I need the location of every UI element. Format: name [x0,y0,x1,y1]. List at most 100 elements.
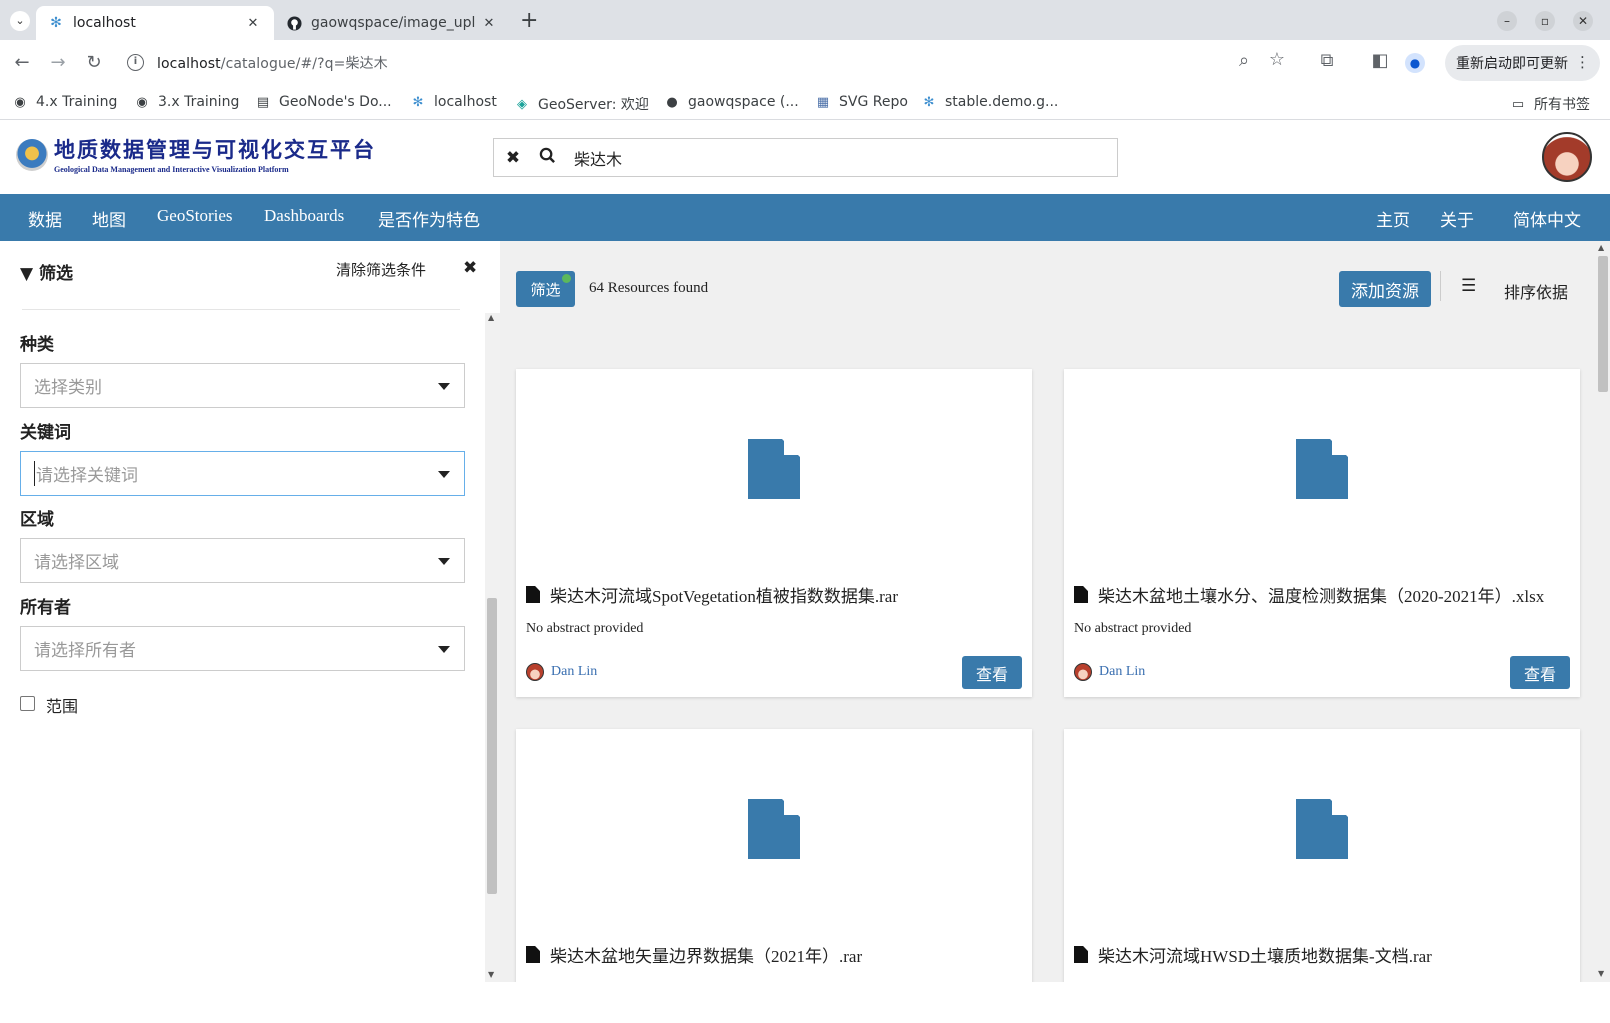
extent-checkbox[interactable] [20,696,35,711]
restore-icon[interactable]: ▫ [1535,11,1555,31]
caret-down-icon [438,383,450,390]
minimize-icon[interactable]: – [1497,11,1517,31]
nav-dashboards[interactable]: Dashboards [264,206,344,226]
browser-tab-strip: ⌄ ✻ localhost ✕ gaowqspace/image_upl ✕ +… [0,0,1610,40]
tab-title: gaowqspace/image_upl [311,15,476,31]
all-bookmarks[interactable]: ▭ 所有书签 [1510,94,1590,114]
close-tab-icon[interactable]: ✕ [244,16,262,31]
forward-icon[interactable]: → [47,53,69,73]
sort-by-dropdown[interactable]: 排序依据 [1504,279,1568,303]
reload-icon[interactable]: ↻ [83,53,105,73]
scrollbar-thumb[interactable] [1598,256,1608,392]
view-button[interactable]: 查看 [962,656,1022,689]
clear-search-icon[interactable]: ✖ [494,148,532,168]
bookmark-item[interactable]: ▤ GeoNode's Do... [255,94,392,110]
nav-language[interactable]: 简体中文 [1513,206,1581,231]
filter-toggle-button[interactable]: 筛选 [516,271,575,307]
card-title[interactable]: 柴达木河流域SpotVegetation植被指数数据集.rar [526,582,898,607]
bookmark-item[interactable]: ✻ localhost [410,94,497,110]
card-owner[interactable]: Dan Lin [1074,663,1145,681]
view-button[interactable]: 查看 [1510,656,1570,689]
bookmark-item[interactable]: ✻ stable.demo.g... [921,94,1059,110]
sidebar-scrollbar[interactable]: ▲ ▼ [485,313,500,982]
keywords-select[interactable]: 请选择关键词 [20,451,465,496]
document-icon [1296,439,1348,499]
results-panel: 筛选 64 Resources found 添加资源 ☰ 排序依据 柴达木河流域… [500,241,1610,982]
main-scrollbar[interactable]: ▲ ▼ [1595,241,1610,982]
logo-title[interactable]: 地质数据管理与可视化交互平台 [54,134,376,164]
nav-geostories[interactable]: GeoStories [157,206,233,226]
filter-title: ▼ 筛选 [20,264,73,284]
category-label: 种类 [20,335,54,355]
kebab-menu-icon[interactable]: ⋮ [1575,53,1590,71]
category-select[interactable]: 选择类别 [20,363,465,408]
scroll-up-icon[interactable]: ▲ [488,313,494,322]
bookmark-item[interactable]: ● gaowqspace (... [664,94,798,110]
extent-label: 范围 [46,697,79,716]
card-title[interactable]: 柴达木盆地土壤水分、温度检测数据集（2020-2021年）.xlsx [1074,582,1544,607]
region-select[interactable]: 请选择区域 [20,538,465,583]
side-panel-icon[interactable]: ◧ [1369,51,1391,71]
add-resource-button[interactable]: 添加资源 [1339,271,1431,307]
clear-filters-link[interactable]: 清除筛选条件 [336,259,426,280]
file-icon [526,586,540,603]
bookmark-item[interactable]: ◈ GeoServer: 欢迎 [514,94,649,114]
window-bottom-area [0,982,1610,1023]
resource-card[interactable]: 柴达木河流域HWSD土壤质地数据集-文档.rar [1064,729,1580,982]
resource-card[interactable]: 柴达木盆地矢量边界数据集（2021年）.rar [516,729,1032,982]
bookmark-star-icon[interactable]: ☆ [1266,50,1288,70]
nav-maps[interactable]: 地图 [92,206,126,231]
bookmark-item[interactable]: ◉ 4.x Training [12,94,117,110]
owner-label: 所有者 [20,598,71,618]
new-tab-button[interactable]: + [520,8,538,33]
logo-subtitle: Geological Data Management and Interacti… [54,165,289,174]
search-bar[interactable]: ✖ 柴达木 [493,138,1118,177]
bookmarks-bar: ◉ 4.x Training ◉ 3.x Training ▤ GeoNode's D… [0,86,1610,120]
card-title[interactable]: 柴达木盆地矢量边界数据集（2021年）.rar [526,942,862,967]
owner-select[interactable]: 请选择所有者 [20,626,465,671]
back-icon[interactable]: ← [11,53,33,73]
extensions-icon[interactable]: ⧉ [1316,51,1338,71]
svgrepo-icon: ▦ [816,94,830,110]
scroll-down-icon[interactable]: ▼ [1598,969,1604,978]
resource-card[interactable]: 柴达木河流域SpotVegetation植被指数数据集.rar No abstr… [516,369,1032,697]
scrollbar-thumb[interactable] [487,598,497,894]
doc-icon: ▤ [256,94,270,110]
file-icon [1074,946,1088,963]
nav-about[interactable]: 关于 [1440,206,1474,231]
card-owner[interactable]: Dan Lin [526,663,597,681]
resource-card[interactable]: 柴达木盆地土壤水分、温度检测数据集（2020-2021年）.xlsx No ab… [1064,369,1580,697]
tab-search-chevron-icon[interactable]: ⌄ [10,11,30,31]
filter-sidebar: ▼ 筛选 清除筛选条件 ✖ 种类 选择类别 关键词 请选择关键词 区域 请选择区… [0,241,500,982]
card-title[interactable]: 柴达木河流域HWSD土壤质地数据集-文档.rar [1074,942,1432,967]
user-avatar[interactable] [1542,132,1592,182]
site-info-icon[interactable]: i [127,54,144,71]
folder-icon: ▭ [1511,96,1525,112]
search-input[interactable]: 柴达木 [574,146,622,170]
address-bar[interactable]: i localhost/catalogue/#/?q=柴达木 [120,45,1281,81]
scroll-up-icon[interactable]: ▲ [1598,243,1604,252]
bookmark-item[interactable]: ▦ SVG Repo [815,94,908,110]
zoom-icon[interactable]: ⌕ [1233,51,1255,71]
bookmark-item[interactable]: ◉ 3.x Training [134,94,239,110]
file-icon [526,946,540,963]
profile-icon[interactable]: ● [1405,53,1425,73]
tab-github[interactable]: gaowqspace/image_upl ✕ [274,6,510,40]
file-icon [1074,586,1088,603]
results-count: 64 Resources found [589,280,709,296]
close-filters-icon[interactable]: ✖ [463,258,477,278]
search-icon[interactable] [532,147,562,168]
nav-featured[interactable]: 是否作为特色 [378,206,480,231]
tab-localhost[interactable]: ✻ localhost ✕ [36,6,274,40]
nav-home[interactable]: 主页 [1376,206,1410,231]
close-window-icon[interactable]: ✕ [1573,11,1593,31]
nav-data[interactable]: 数据 [28,206,62,231]
scroll-down-icon[interactable]: ▼ [488,970,494,979]
close-tab-icon[interactable]: ✕ [480,16,498,31]
update-button[interactable]: 重新启动即可更新 ⋮ [1445,45,1600,81]
divider [1440,271,1441,301]
card-abstract: No abstract provided [1074,621,1192,636]
logo-icon[interactable] [16,139,48,171]
list-view-icon[interactable]: ☰ [1461,276,1476,296]
filter-icon: ▼ [20,264,34,284]
